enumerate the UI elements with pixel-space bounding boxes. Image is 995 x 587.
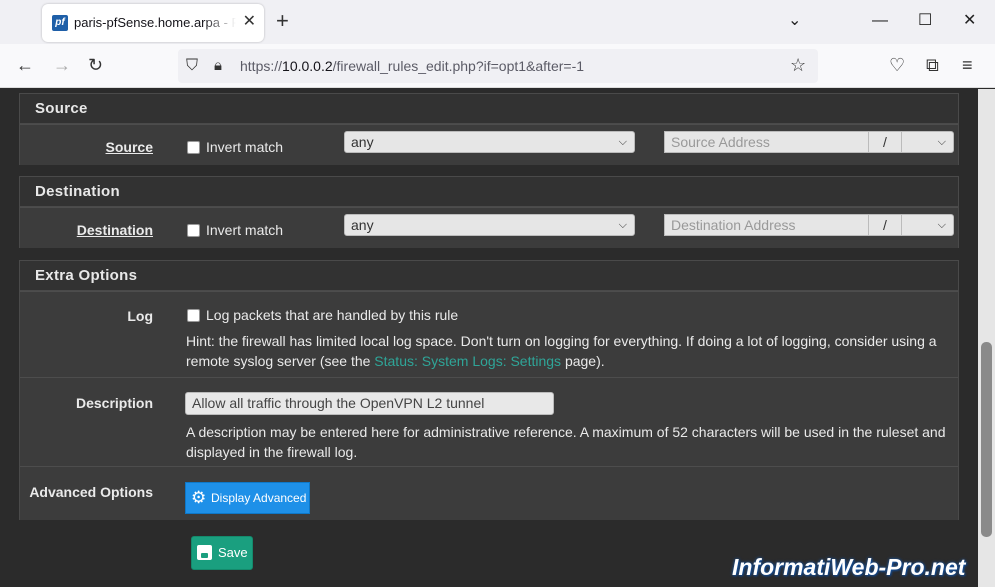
extra-options-section-title: Extra Options <box>20 261 958 291</box>
watermark-logo: InformatiWeb-Pro.net <box>732 554 966 580</box>
new-tab-icon[interactable]: + <box>276 10 289 32</box>
source-mask-select[interactable]: ⌵ <box>901 131 954 153</box>
source-type-select[interactable]: any ⌵ <box>344 131 635 153</box>
url-text[interactable]: https://10.0.0.2/firewall_rules_edit.php… <box>240 58 584 74</box>
log-checkbox[interactable] <box>187 309 200 322</box>
destination-row: Destination Invert match any ⌵ Destinatio… <box>20 207 958 248</box>
chevron-down-icon: ⌵ <box>937 136 946 148</box>
pfsense-favicon-icon: pf <box>52 15 68 31</box>
floppy-disk-icon <box>197 545 212 560</box>
source-panel: Source Source Invert match any ⌵ Source A… <box>19 93 959 165</box>
source-section-title: Source <box>20 94 958 124</box>
scrollbar-thumb[interactable] <box>981 342 992 537</box>
source-label: Source <box>105 139 153 155</box>
navigation-bar: ← → ↻ ⛉ 🔒︎ https://10.0.0.2/firewall_rul… <box>0 44 995 88</box>
source-invert-label: Invert match <box>206 139 284 155</box>
url-bar[interactable]: ⛉ 🔒︎ https://10.0.0.2/firewall_rules_edi… <box>178 49 818 83</box>
destination-mask-select[interactable]: ⌵ <box>901 214 954 236</box>
source-invert-checkbox[interactable] <box>187 141 200 154</box>
extensions-icon[interactable]: ⧉ <box>926 55 939 75</box>
close-window-icon[interactable]: ✕ <box>963 12 976 30</box>
lock-icon[interactable]: 🔒︎ <box>214 56 222 76</box>
log-checkbox-label: Log packets that are handled by this rul… <box>206 307 459 323</box>
chevron-down-icon: ⌵ <box>618 136 627 148</box>
back-arrow-icon[interactable]: ← <box>16 55 34 75</box>
display-advanced-button[interactable]: ⚙ Display Advanced <box>185 482 310 514</box>
bookmark-star-icon[interactable]: ☆ <box>790 55 806 75</box>
description-row: Description Allow all traffic through th… <box>20 377 958 466</box>
shield-icon[interactable]: ⛉ <box>186 56 198 76</box>
log-label: Log <box>127 308 153 324</box>
advanced-options-row: Advanced Options ⚙ Display Advanced <box>20 466 958 520</box>
advanced-options-label: Advanced Options <box>29 484 153 500</box>
destination-type-select[interactable]: any ⌵ <box>344 214 635 236</box>
source-slash: / <box>869 131 901 153</box>
system-logs-settings-link[interactable]: Status: System Logs: Settings <box>374 353 561 369</box>
tab-bar: pf paris-pfSense.home.arpa - Firewall ✕ … <box>0 0 995 44</box>
destination-panel: Destination Destination Invert match any… <box>19 176 959 248</box>
tab-title: paris-pfSense.home.arpa - Firewall <box>74 15 236 30</box>
log-hint: Hint: the firewall has limited local log… <box>186 333 937 369</box>
destination-address-input[interactable]: Destination Address <box>664 214 869 236</box>
destination-invert-checkbox[interactable] <box>187 224 200 237</box>
chevron-down-icon: ⌵ <box>618 219 627 231</box>
save-button[interactable]: Save <box>191 536 253 570</box>
maximize-icon[interactable]: ☐ <box>918 12 932 30</box>
tab-list-chevron-icon[interactable]: ⌄ <box>788 12 801 30</box>
forward-arrow-icon[interactable]: → <box>53 55 71 75</box>
destination-slash: / <box>869 214 901 236</box>
source-address-input[interactable]: Source Address <box>664 131 869 153</box>
description-label: Description <box>75 395 153 411</box>
menu-icon[interactable]: ≡ <box>962 55 973 75</box>
destination-invert-label: Invert match <box>206 222 284 238</box>
description-hint: A description may be entered here for ad… <box>186 424 946 460</box>
reload-icon[interactable]: ↻ <box>88 55 103 75</box>
minimize-icon[interactable]: — <box>872 12 888 30</box>
close-tab-icon[interactable]: ✕ <box>243 14 256 30</box>
destination-section-title: Destination <box>20 177 958 207</box>
pocket-icon[interactable]: ♡ <box>889 55 905 75</box>
chevron-down-icon: ⌵ <box>937 219 946 231</box>
browser-tab[interactable]: pf paris-pfSense.home.arpa - Firewall ✕ <box>42 4 264 42</box>
extra-options-panel: Extra Options Log Log packets that are h… <box>19 260 959 520</box>
gear-icon: ⚙ <box>191 488 207 507</box>
destination-label: Destination <box>76 222 153 238</box>
description-input[interactable]: Allow all traffic through the OpenVPN L2… <box>185 392 554 415</box>
log-row: Log Log packets that are handled by this… <box>20 291 958 377</box>
source-row: Source Invert match any ⌵ Source Address … <box>20 124 958 165</box>
